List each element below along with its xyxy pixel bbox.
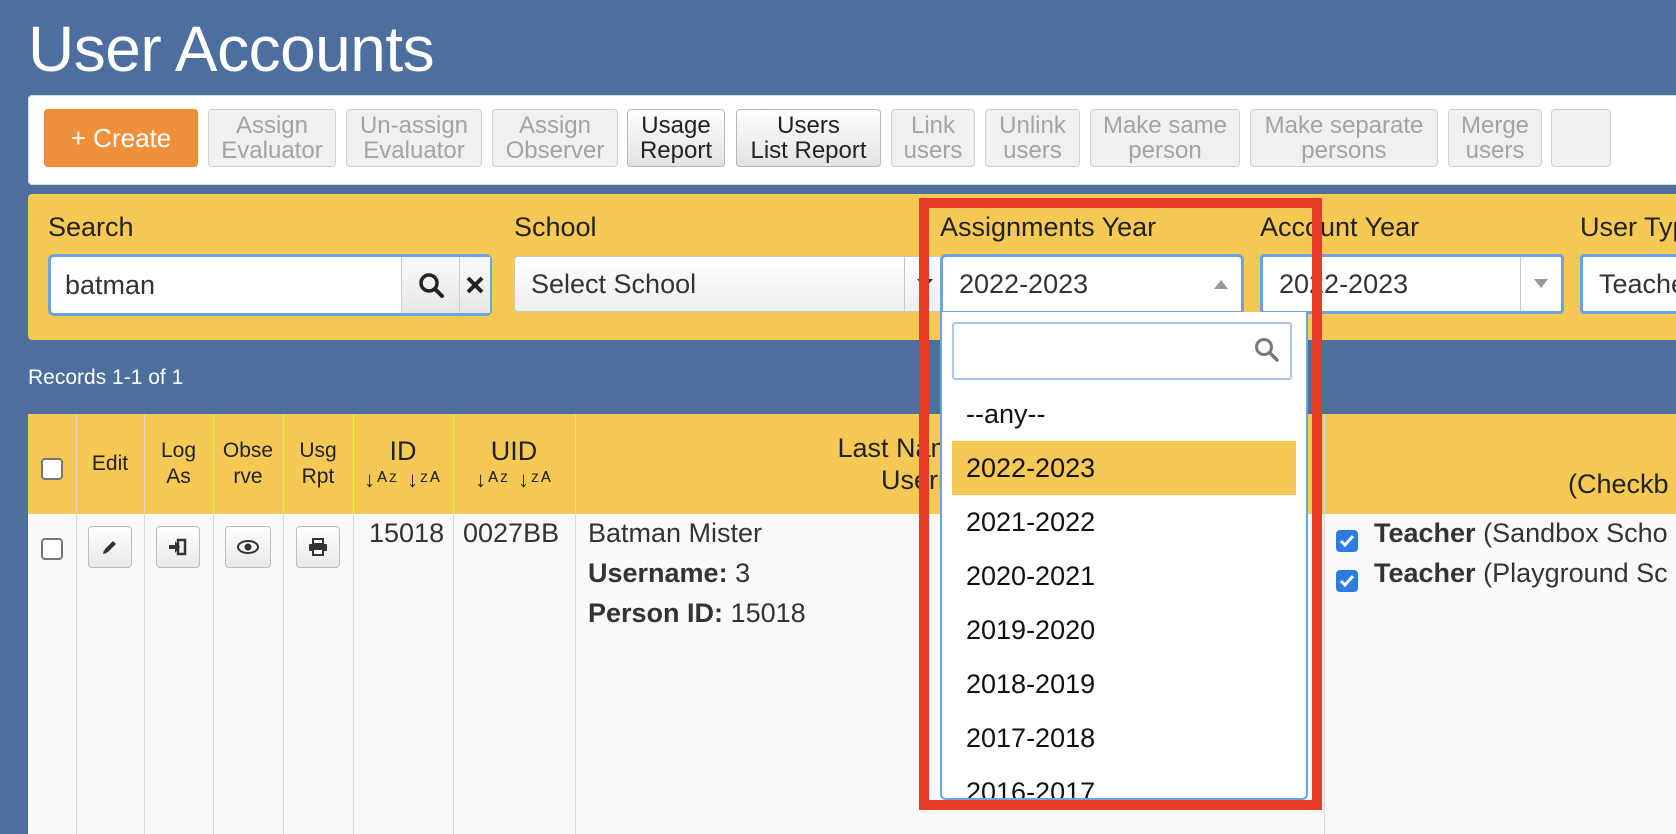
role-school: (Playground Sc [1483,558,1668,588]
row-checkbox[interactable] [41,538,63,560]
search-input[interactable] [61,257,429,313]
role-item: Teacher (Playground Sc [1374,558,1668,589]
header-uid-label: UID [490,436,538,466]
caret-up-icon [1214,280,1228,289]
unassign-evaluator-button[interactable]: Un-assign Evaluator [346,109,482,167]
observe-button[interactable] [225,526,271,568]
search-button[interactable] [401,257,460,313]
assignments-year-dropdown: --any-- 2022-2023 2021-2022 2020-2021 20… [940,312,1308,800]
records-count: Records 1-1 of 1 [28,366,184,389]
username-label: Username: [588,558,728,588]
merge-users-button[interactable]: Merge users [1448,109,1542,167]
login-icon [169,538,187,556]
page-title: User Accounts [28,13,435,85]
caret-down-icon [917,279,933,288]
account-year-label: Account Year [1260,212,1420,242]
header-checkbox-col-label: (Checkb [1568,469,1669,499]
assignments-year-select[interactable]: 2022-2023 [940,254,1244,314]
row-person-id: Person ID: 15018 [588,598,806,629]
usage-report-button[interactable]: Usage Report [627,109,725,167]
account-year-select[interactable]: 2022-2023 [1260,254,1564,314]
make-same-person-button[interactable]: Make same person [1090,109,1240,167]
dropdown-option-selected[interactable]: 2022-2023 [952,441,1296,495]
close-icon [466,276,484,294]
row-id: 15018 [369,518,445,548]
header-usg-rpt: Usg Rpt [299,439,337,488]
school-select-value: Select School [531,268,697,299]
assign-evaluator-button[interactable]: Assign Evaluator [208,109,336,167]
row-username: Username: 3 [588,558,750,589]
usage-report-row-button[interactable] [296,526,340,568]
search-box [48,254,492,316]
role-item: Teacher (Sandbox Scho [1374,518,1668,549]
dropdown-search-input[interactable] [962,324,1246,378]
dropdown-option[interactable]: --any-- [952,387,1296,441]
dropdown-option[interactable]: 2016-2017 [952,765,1296,799]
username-value: 3 [735,558,751,588]
assignments-year-label: Assignments Year [940,212,1157,242]
assign-observer-button[interactable]: Assign Observer [492,109,618,167]
account-year-toggle[interactable] [1520,257,1561,311]
row-uid: 0027BB [463,518,560,548]
person-id-label: Person ID: [588,598,724,628]
users-list-report-button[interactable]: Users List Report [736,109,881,167]
search-icon [1255,338,1279,362]
header-uid[interactable]: UID ↓ᴬᶻ ↓ᶻᴬ [453,414,575,514]
header-last-name[interactable]: Last Name Userna [768,414,968,514]
eye-icon [237,540,259,554]
role-name: Teacher [1374,558,1476,588]
check-icon [1339,535,1355,548]
create-button[interactable]: + Create [44,109,198,167]
caret-down-icon [1534,279,1548,288]
search-label: Search [48,212,134,242]
dropdown-option[interactable]: 2020-2021 [952,549,1296,603]
header-id-label: ID [389,436,417,466]
select-all-checkbox[interactable] [41,458,63,480]
make-separate-persons-button[interactable]: Make separate persons [1250,109,1438,167]
header-id[interactable]: ID ↓ᴬᶻ ↓ᶻᴬ [353,414,453,514]
dropdown-option[interactable]: 2019-2020 [952,603,1296,657]
filter-bar: Search School Assignments Year Account Y… [28,194,1676,340]
assignments-year-toggle[interactable] [1201,257,1241,311]
assignments-year-value: 2022-2023 [959,268,1089,299]
user-type-value: Teache [1599,268,1676,299]
log-as-button[interactable] [156,526,200,568]
role-school: (Sandbox Scho [1483,518,1668,548]
sort-icon[interactable]: ↓ᴬᶻ ↓ᶻᴬ [475,467,553,493]
person-id-value: 15018 [730,598,806,628]
header-log-as: Log As [160,439,197,488]
printer-icon [309,538,327,556]
clear-search-button[interactable] [459,257,490,313]
school-select[interactable]: Select School [514,256,946,312]
dropdown-search-box [952,322,1292,380]
role-checkbox[interactable] [1336,530,1358,552]
link-users-button[interactable]: Link users [891,109,975,167]
dropdown-option[interactable]: 2017-2018 [952,711,1296,765]
role-name: Teacher [1374,518,1476,548]
unlink-users-button[interactable]: Unlink users [985,109,1080,167]
header-observe: Obse rve [222,439,274,488]
search-icon [419,273,444,298]
row-name: Batman Mister [588,518,763,548]
dropdown-option[interactable]: 2018-2019 [952,657,1296,711]
pencil-icon [103,541,116,554]
role-checkbox[interactable] [1336,570,1358,592]
header-edit: Edit [91,452,129,475]
account-year-value: 2022-2023 [1279,268,1409,299]
user-type-label: User Typ [1580,212,1676,242]
check-icon [1339,575,1355,588]
edit-button[interactable] [88,526,132,568]
toolbar: + Create Assign Evaluator Un-assign Eval… [28,95,1676,185]
users-table: Edit Log As Obse rve Usg Rpt ID ↓ᴬᶻ ↓ᶻᴬ … [28,414,1676,834]
sort-icon[interactable]: ↓ᴬᶻ ↓ᶻᴬ [364,467,442,493]
more-toolbar-button[interactable] [1551,109,1611,167]
user-type-select[interactable]: Teache [1580,254,1676,314]
school-dropdown-toggle[interactable] [904,257,945,311]
dropdown-option[interactable]: 2021-2022 [952,495,1296,549]
school-label: School [514,212,597,242]
